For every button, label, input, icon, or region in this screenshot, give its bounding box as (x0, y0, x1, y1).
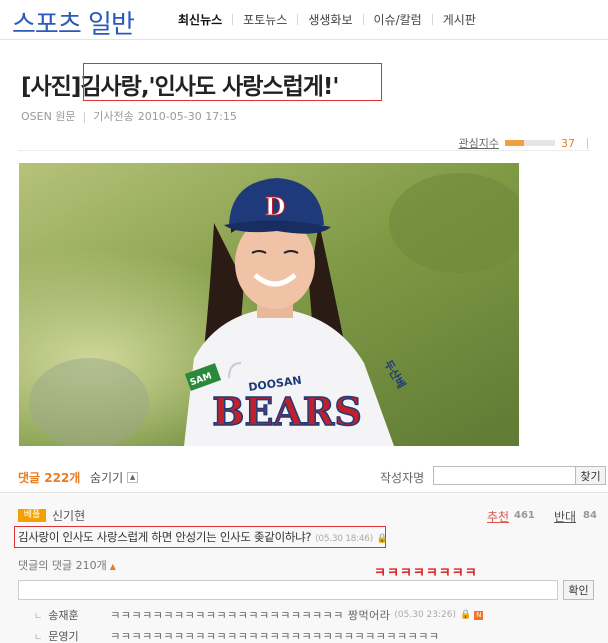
red-annotation: ㅋㅋㅋㅋㅋㅋㅋㅋ (374, 566, 478, 581)
author-search-input[interactable] (433, 466, 589, 485)
reply-indent-icon: ㄴ (34, 611, 43, 622)
comment-toolbar: 댓글 222개 숨기기 ▲ 작성자명 찾기 (18, 466, 606, 488)
photo-illustration: D DOOSAN BEARS 두산베 SAM (19, 163, 519, 446)
article-meta: OSEN 원문 | 기사전송 2010-05-30 17:15 (21, 108, 237, 124)
recommend-count: 461 (514, 510, 535, 521)
meta-divider: | (82, 109, 87, 123)
best-comment-author[interactable]: 신기현 (52, 507, 85, 524)
reply-item: ㄴ 문영기 ㅋㅋㅋㅋㅋㅋㅋㅋㅋㅋㅋㅋㅋㅋㅋㅋㅋㅋㅋㅋㅋㅋㅋㅋㅋㅋㅋㅋㅋㅋㅋ (34, 628, 440, 643)
reply-author[interactable]: 문영기 (48, 628, 110, 643)
reply-author[interactable]: 송재훈 (48, 607, 110, 623)
reply-input[interactable] (18, 580, 558, 600)
interest-divider (587, 137, 588, 149)
best-comment-body: 김사랑이 인사도 사랑스럽게 하면 안성기는 인사도 좆같이하냐? (18, 530, 312, 544)
expand-up-icon: ▲ (109, 562, 116, 571)
article-datetime: 2010-05-30 17:15 (137, 109, 237, 123)
hide-comments-button[interactable]: 숨기기 ▲ (90, 469, 139, 486)
reply-item: ㄴ 송재훈 ㅋㅋㅋㅋㅋㅋㅋㅋㅋㅋㅋㅋㅋㅋㅋㅋㅋㅋㅋㅋㅋㅋ 짱먹어라 (05.30… (34, 607, 484, 623)
oppose-count: 84 (583, 510, 597, 521)
interest-bar (505, 140, 555, 146)
best-comment-badge: 베플 (18, 509, 46, 522)
reply-text: ㅋㅋㅋㅋㅋㅋㅋㅋㅋㅋㅋㅋㅋㅋㅋㅋㅋㅋㅋㅋㅋㅋㅋㅋㅋㅋㅋㅋㅋㅋㅋ (110, 630, 440, 643)
best-comment-text: 김사랑이 인사도 사랑스럽게 하면 안성기는 인사도 좆같이하냐? (05.30 … (18, 529, 388, 545)
top-nav: 최신뉴스 포토뉴스 생생화보 이슈/칼럼 게시판 (168, 11, 486, 28)
jersey-team: BEARS (212, 389, 362, 434)
reply-indent-icon: ㄴ (34, 632, 43, 643)
reply-text: ㅋㅋㅋㅋㅋㅋㅋㅋㅋㅋㅋㅋㅋㅋㅋㅋㅋㅋㅋㅋㅋㅋ 짱먹어라 (110, 609, 391, 622)
site-header: 스포츠 일반 최신뉴스 포토뉴스 생생화보 이슈/칼럼 게시판 (0, 0, 608, 40)
collapse-up-icon[interactable]: ▲ (127, 472, 139, 483)
nav-photo-news[interactable]: 포토뉴스 (233, 11, 297, 28)
author-search-label: 작성자명 (380, 471, 425, 485)
sent-label: 기사전송 (93, 110, 134, 123)
interest-value: 37 (561, 136, 575, 150)
section-title[interactable]: 스포츠 일반 (12, 4, 135, 41)
recommend-button[interactable]: 추천 (487, 508, 509, 525)
divider-line (18, 150, 590, 151)
best-comment-time: (05.30 18:46) (315, 534, 373, 544)
interest-index: 관심지수 37 (459, 135, 588, 151)
lock-icon: 🔒 (460, 610, 472, 620)
oppose-button[interactable]: 반대 (554, 508, 576, 525)
comment-count: 댓글 222개 (18, 471, 81, 485)
nav-latest-news[interactable]: 최신뉴스 (168, 11, 232, 28)
nav-board[interactable]: 게시판 (433, 11, 486, 28)
new-badge-icon: N (474, 610, 484, 620)
reply-count-toggle[interactable]: 댓글의 댓글 210개 ▲ (18, 557, 116, 573)
cap-logo: D (265, 192, 286, 221)
hide-label: 숨기기 (90, 471, 124, 485)
find-button[interactable]: 찾기 (575, 466, 606, 485)
reply-count-label: 댓글의 댓글 210개 (18, 559, 107, 572)
reply-time: (05.30 23:26) (394, 610, 456, 620)
lock-icon: 🔒 (376, 534, 388, 544)
article-source[interactable]: OSEN 원문 (21, 108, 76, 124)
headline-highlight-box (83, 63, 382, 101)
nav-gallery[interactable]: 생생화보 (298, 11, 362, 28)
interest-label[interactable]: 관심지수 (459, 135, 499, 151)
confirm-button[interactable]: 확인 (563, 580, 594, 600)
interest-bar-fill (505, 140, 524, 146)
article-photo[interactable]: D DOOSAN BEARS 두산베 SAM (19, 163, 519, 446)
nav-issue-column[interactable]: 이슈/칼럼 (364, 11, 432, 28)
